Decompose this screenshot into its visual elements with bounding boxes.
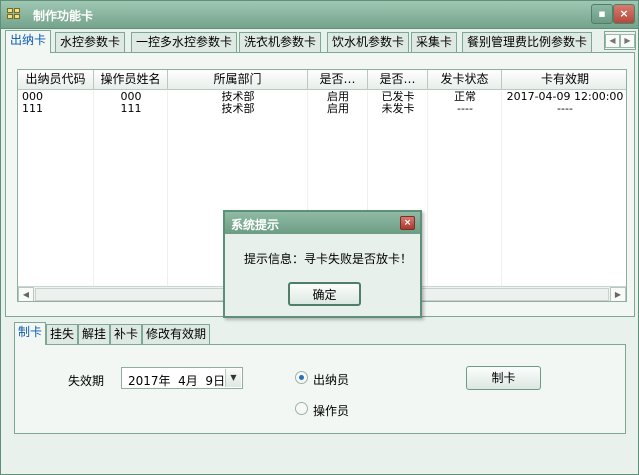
cell-valid-until: 2017-04-09 12:00:00 (506, 91, 624, 103)
make-card-button[interactable]: 制卡 (466, 366, 541, 390)
col-card-status[interactable]: 发卡状态 (428, 70, 502, 90)
scroll-right-icon[interactable]: ▶ (610, 287, 626, 301)
tab-scroll-right-icon[interactable]: ▶ (620, 34, 635, 48)
tab-water-dispenser[interactable]: 饮水机参数卡 (327, 32, 410, 52)
main-window: 制作功能卡 ▪ × 出纳卡 水控参数卡 一控多水控参数卡 洗衣机参数卡 饮水机参… (0, 0, 639, 475)
tab-reissue[interactable]: 补卡 (110, 324, 143, 344)
tab-multi-water-control[interactable]: 一控多水控参数卡 (131, 32, 238, 52)
expire-label: 失效期 (68, 374, 105, 388)
col-department[interactable]: 所属部门 (168, 70, 308, 90)
table-row[interactable]: 000 000 技术部 启用 已发卡 正常 2017-04-09 12:00:0… (18, 91, 626, 103)
radio-operator[interactable] (295, 402, 308, 415)
operation-tabs: 制卡 挂失 解挂 补卡 修改有效期 (14, 322, 314, 345)
dialog-title: 系统提示 (231, 218, 280, 232)
title-bar[interactable]: 制作功能卡 ▪ × (1, 1, 638, 29)
cell-cashier-code: 000 (22, 91, 43, 103)
dialog-message: 提示信息：寻卡失败是否放卡！ (244, 252, 413, 266)
tab-scroller: ◀ ▶ (604, 31, 636, 50)
tab-collector[interactable]: 采集卡 (411, 32, 458, 52)
ok-button[interactable]: 确定 (288, 282, 361, 306)
tab-unfreeze[interactable]: 解挂 (78, 324, 111, 344)
tab-report-loss[interactable]: 挂失 (46, 324, 79, 344)
app-icon (7, 8, 23, 22)
radio-operator-label[interactable]: 操作员 (313, 402, 349, 419)
cell-valid-until: ---- (557, 103, 573, 115)
close-button[interactable]: × (613, 4, 635, 24)
tab-make-card[interactable]: 制卡 (14, 322, 47, 345)
tab-scroll-left-icon[interactable]: ◀ (605, 34, 620, 48)
table-row[interactable]: 111 111 技术部 启用 未发卡 ---- ---- (18, 103, 626, 115)
card-type-tabs: 出纳卡 水控参数卡 一控多水控参数卡 洗衣机参数卡 饮水机参数卡 采集卡 餐别管… (5, 30, 637, 53)
cell-operator-name: 111 (120, 103, 142, 115)
cell-issued: 未发卡 (381, 103, 415, 115)
col-issued[interactable]: 是否… (368, 70, 428, 90)
radio-cashier[interactable] (295, 371, 308, 384)
cell-card-status: ---- (457, 103, 473, 115)
cell-issued: 已发卡 (381, 91, 415, 103)
radio-cashier-label[interactable]: 出纳员 (313, 371, 349, 388)
cell-card-status: 正常 (454, 91, 476, 103)
cell-enabled: 启用 (327, 103, 349, 115)
tab-modify-validity[interactable]: 修改有效期 (142, 324, 211, 344)
cell-enabled: 启用 (327, 91, 349, 103)
make-card-panel: 失效期 2017年 4月 9日 ▼ 出纳员 操作员 制卡 (14, 344, 626, 434)
cell-department: 技术部 (221, 103, 255, 115)
tab-washer[interactable]: 洗衣机参数卡 (239, 32, 322, 52)
minimize-button[interactable]: ▪ (591, 4, 613, 24)
grid-header: 出纳员代码 操作员姓名 所属部门 是否… 是否… 发卡状态 卡有效期 (18, 70, 626, 90)
cell-department: 技术部 (221, 91, 255, 103)
tab-water-control[interactable]: 水控参数卡 (55, 32, 126, 52)
expire-date-picker[interactable]: 2017年 4月 9日 ▼ (121, 367, 243, 389)
tab-meal-fee-ratio[interactable]: 餐别管理费比例参数卡 (462, 32, 593, 52)
col-valid-until[interactable]: 卡有效期 (502, 70, 626, 90)
expire-date-value: 2017年 4月 9日 (128, 374, 226, 388)
col-operator-name[interactable]: 操作员姓名 (94, 70, 168, 90)
chevron-down-icon[interactable]: ▼ (225, 369, 241, 387)
col-enabled[interactable]: 是否… (308, 70, 368, 90)
tab-cashier-card[interactable]: 出纳卡 (5, 30, 52, 53)
close-icon[interactable]: × (400, 216, 415, 230)
system-prompt-dialog: 系统提示 × 提示信息：寻卡失败是否放卡！ 确定 (223, 210, 422, 318)
cell-cashier-code: 111 (22, 103, 43, 115)
scroll-left-icon[interactable]: ◀ (18, 287, 34, 301)
dialog-title-bar[interactable]: 系统提示 × (225, 212, 420, 234)
col-cashier-code[interactable]: 出纳员代码 (18, 70, 94, 90)
cell-operator-name: 000 (120, 91, 142, 103)
window-title: 制作功能卡 (33, 9, 94, 23)
